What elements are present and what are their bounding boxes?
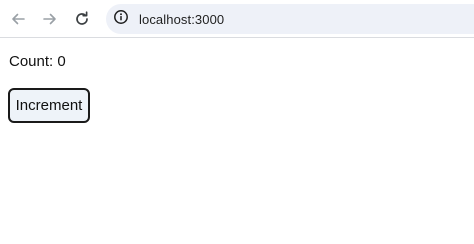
page-content: Count: 0 Increment xyxy=(0,39,474,244)
increment-button[interactable]: Increment xyxy=(8,88,90,123)
browser-toolbar: localhost:3000 xyxy=(0,0,474,38)
count-display: Count: 0 xyxy=(9,53,66,70)
site-info-button[interactable] xyxy=(107,5,135,33)
reload-icon xyxy=(74,11,90,27)
reload-button[interactable] xyxy=(67,4,97,34)
forward-button[interactable] xyxy=(35,4,65,34)
back-arrow-icon xyxy=(10,11,26,27)
back-button[interactable] xyxy=(3,4,33,34)
forward-arrow-icon xyxy=(42,11,58,27)
address-bar[interactable]: localhost:3000 xyxy=(106,4,474,34)
url-text[interactable]: localhost:3000 xyxy=(139,12,224,27)
info-icon xyxy=(113,9,129,30)
